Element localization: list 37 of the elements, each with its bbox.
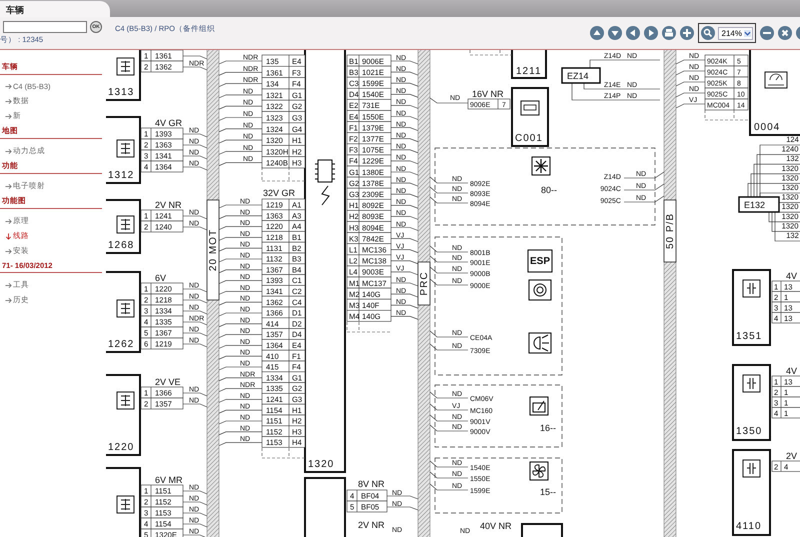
connector-header: 2V: [786, 451, 798, 461]
connector-header: 2V VE: [155, 377, 181, 387]
connector-header: 40V NR: [480, 521, 512, 531]
connector-header: 4V GR: [155, 118, 182, 128]
esp-label: ESP: [530, 256, 550, 267]
connector-header: 6V MR: [155, 475, 183, 485]
bus-label: 50 P/B: [665, 212, 676, 250]
splice-id: E132: [744, 200, 766, 210]
connector-header: 4V: [786, 366, 798, 376]
connector-header: 6V: [155, 273, 166, 283]
connector-id: 1220: [108, 442, 134, 453]
connector-id: 4110: [736, 521, 762, 532]
connector-id: 1313: [108, 87, 134, 98]
connector-header: 2V NR: [155, 200, 182, 210]
connector-id: 1262: [108, 339, 134, 350]
connector-id: 1211: [516, 66, 542, 77]
function-code: 15--: [540, 487, 556, 497]
connector-id: 1350: [736, 426, 762, 437]
connector-id: 1351: [736, 331, 762, 342]
bus-label: 20 MOT: [208, 228, 219, 272]
connector-id: C001: [515, 133, 543, 144]
function-code: 16--: [540, 423, 556, 433]
connector-header: 2V NR: [358, 520, 385, 530]
connector-header: 8V NR: [358, 479, 385, 489]
connector-id: 0004: [754, 122, 780, 133]
zoom-select[interactable]: 214%: [718, 26, 753, 40]
connector-header: 4V: [786, 271, 798, 281]
zoom-control[interactable]: 214%: [698, 23, 756, 43]
connector-header: 32V GR: [263, 188, 296, 198]
connector-header: 16V NR: [472, 89, 504, 99]
function-code: 80--: [541, 185, 558, 195]
ecu-id: 1320: [308, 459, 334, 470]
connector-id: 1268: [108, 240, 134, 251]
vehicle-tab[interactable]: 车辆: [0, 1, 110, 17]
bus-label: PRC: [419, 271, 430, 296]
splice-id: EZ14: [567, 71, 589, 81]
connector-id: 1312: [108, 170, 134, 181]
